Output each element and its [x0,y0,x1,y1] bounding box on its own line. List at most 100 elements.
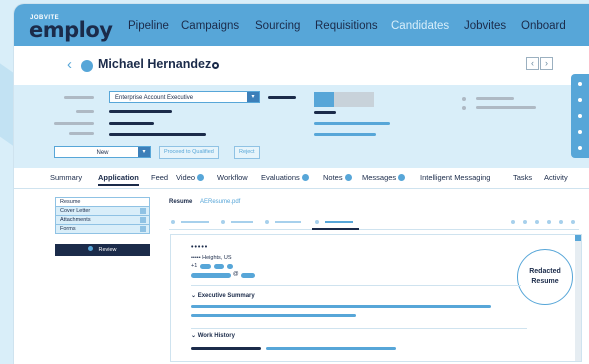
tab-application[interactable]: Application [98,173,139,186]
tab-tasks[interactable]: Tasks [513,173,532,182]
placeholder-line [325,221,353,223]
divider [191,285,521,286]
status-select[interactable]: New ▾ [54,146,151,158]
dot-icon [221,220,225,224]
tab-video[interactable]: Video [176,173,205,182]
tab-feed[interactable]: Feed [151,173,168,182]
candidate-location: ••••• Heights, US [191,255,232,261]
menu-item-label: Forms [60,226,76,232]
nav-requisitions[interactable]: Requisitions [315,20,378,32]
resume-tab[interactable]: Resume [169,199,192,205]
review-label: Review [98,247,117,253]
placeholder-line [314,111,336,114]
next-candidate-icon[interactable]: › [540,57,553,70]
candidate-tabs: Summary Application Feed Video Workflow … [14,168,589,189]
job-select[interactable]: Enterprise Account Executive ▾ [109,91,260,103]
resume-file-link[interactable]: AEResume.pdf [200,199,240,205]
redacted-line [191,314,356,317]
nav-pipeline[interactable]: Pipeline [128,20,169,32]
dot-icon[interactable] [559,220,563,224]
placeholder-line [275,221,301,223]
back-chevron-icon[interactable]: ‹ [67,56,72,73]
tab-notes[interactable]: Notes [323,173,352,182]
rail-icon[interactable] [578,114,582,118]
application-menu: Resume Cover Letter Attachments Forms [55,197,150,234]
dot-icon[interactable] [547,220,551,224]
notes-icon [344,174,352,181]
tab-evaluations[interactable]: Evaluations [261,173,309,182]
app-window: JOBVITE employ Pipeline Campaigns Sourci… [14,4,589,364]
redacted-line [266,347,396,350]
tab-evaluations-label: Evaluations [261,173,300,182]
top-navigation: JOBVITE employ Pipeline Campaigns Sourci… [14,4,589,46]
scroll-up-icon[interactable] [575,235,581,241]
nav-campaigns[interactable]: Campaigns [181,20,239,32]
resume-viewer: ••••• ••••• Heights, US +1 @ Redacted Re… [170,234,582,362]
rail-icon[interactable] [578,98,582,102]
redacted-line [191,347,261,350]
settings-icon[interactable] [212,62,219,69]
section-executive-summary[interactable]: ⌄ Executive Summary [191,292,255,299]
document-tabs [169,215,579,230]
chevron-down-icon: ⌄ [191,293,198,299]
redacted-phone [214,264,224,269]
redacted-line [191,305,491,308]
active-tab-underline [312,228,359,230]
section-title: Executive Summary [197,293,255,299]
placeholder-line [109,122,154,125]
tab-workflow[interactable]: Workflow [217,173,248,182]
menu-item-label: Cover Letter [60,208,91,214]
candidate-name: Michael Hernandez [98,57,212,71]
menu-item-resume[interactable]: Resume [55,197,150,206]
tab-messages-label: Messages [362,173,397,182]
candidate-info-panel: Enterprise Account Executive ▾ New ▾ Pro… [14,85,589,168]
scrollbar[interactable] [575,235,581,361]
placeholder-line [64,96,94,99]
dot-icon[interactable] [511,220,515,224]
nav-sourcing[interactable]: Sourcing [255,20,300,32]
rail-icon[interactable] [578,82,582,86]
chevron-down-icon: ▾ [247,92,259,102]
dot-icon [265,220,269,224]
menu-item-cover-letter[interactable]: Cover Letter [55,206,150,215]
tab-activity[interactable]: Activity [544,173,568,182]
employ-logo[interactable]: employ [29,18,113,42]
chevron-down-icon: ▾ [138,147,150,157]
rail-icon[interactable] [578,146,582,150]
dot-icon[interactable] [571,220,575,224]
phone-prefix: +1 [191,263,198,269]
chevron-down-icon: ⌄ [191,333,198,339]
placeholder-line [54,122,94,125]
menu-item-forms[interactable]: Forms [55,224,150,234]
nav-onboard[interactable]: Onboard [521,20,566,32]
candidate-avatar [81,60,93,72]
stage-current [314,92,334,107]
email-at: @ [233,271,239,277]
menu-item-attachments[interactable]: Attachments [55,215,150,224]
placeholder-line [181,221,209,223]
square-icon [140,217,146,223]
rail-icon[interactable] [578,130,582,134]
tab-summary[interactable]: Summary [50,173,82,182]
proceed-button[interactable]: Proceed to Qualified [159,146,219,159]
section-title: Work History [197,333,235,339]
placeholder-line [76,110,94,113]
reject-button[interactable]: Reject [234,146,260,159]
placeholder-line [476,97,514,100]
review-button[interactable]: Review [55,244,150,256]
dot-icon[interactable] [523,220,527,224]
square-icon [140,208,146,214]
tab-intelligent-messaging[interactable]: Intelligent Messaging [420,173,490,182]
dot-icon [171,220,175,224]
tab-messages[interactable]: Messages [362,173,406,182]
tab-video-label: Video [176,173,196,182]
redacted-email [191,273,231,278]
prev-candidate-icon[interactable]: ‹ [526,57,539,70]
dot-icon [462,97,466,101]
square-icon [140,226,146,232]
section-work-history[interactable]: ⌄ Work History [191,332,235,339]
nav-jobvites[interactable]: Jobvites [464,20,506,32]
placeholder-line [476,106,536,109]
dot-icon[interactable] [535,220,539,224]
nav-candidates[interactable]: Candidates [391,20,449,32]
